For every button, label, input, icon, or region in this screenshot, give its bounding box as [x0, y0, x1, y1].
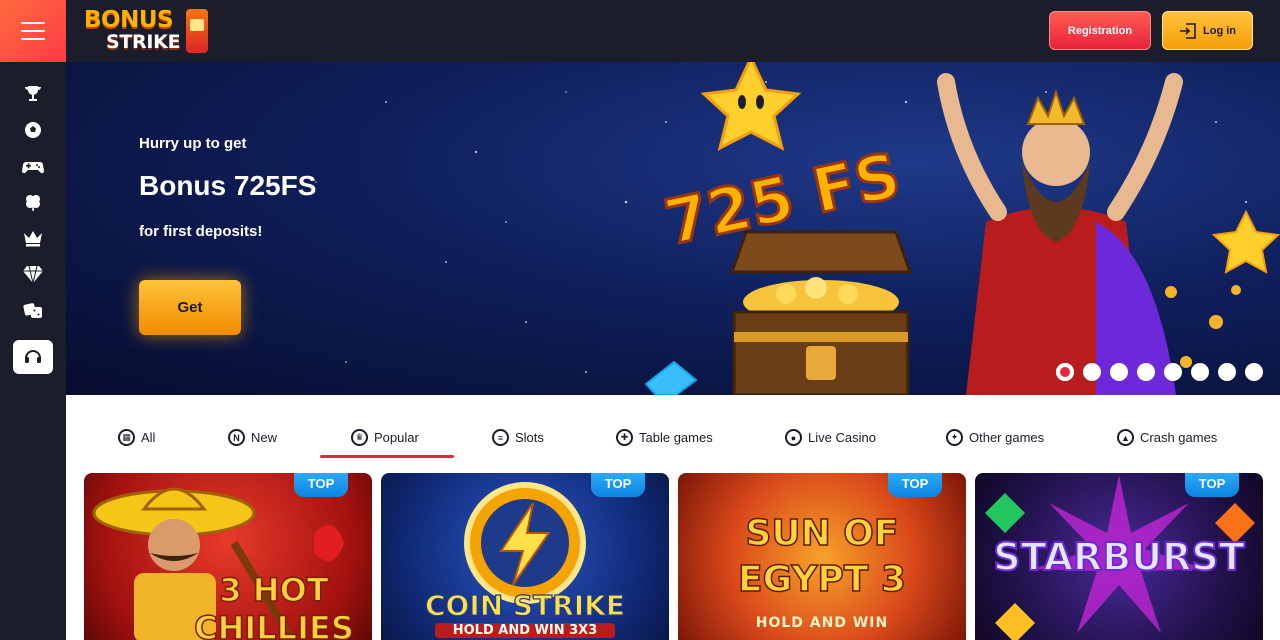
get-bonus-button[interactable]: Get — [139, 280, 241, 335]
tab-new[interactable]: N New — [228, 429, 277, 446]
app-root: BONUS STRIKE Registration Log in Hurry u… — [0, 0, 1280, 640]
category-tabs: ▦ All N New ♛ Popular ≡ Slots ✚ Table ga… — [66, 395, 1280, 465]
promo-banner: Hurry up to get Bonus 725FS for first de… — [66, 62, 1280, 395]
trophy-icon[interactable] — [13, 76, 53, 112]
headset-icon[interactable] — [13, 340, 53, 374]
banner-illustration: 725 FS — [644, 62, 1280, 395]
slot-machine-icon — [186, 9, 209, 53]
gamepad-icon[interactable] — [13, 148, 53, 184]
tab-slots[interactable]: ≡ Slots — [492, 429, 544, 446]
games-section: ▦ All N New ♛ Popular ≡ Slots ✚ Table ga… — [66, 395, 1280, 640]
tab-label: Live Casino — [808, 430, 876, 445]
game-title: STARBURST — [992, 534, 1245, 580]
king-character-icon — [937, 73, 1183, 395]
tab-label: Table games — [639, 430, 713, 445]
tab-other-games[interactable]: ✦ Other games — [946, 429, 1044, 446]
game-title: 3 HOT CHILLIES — [193, 570, 354, 640]
treasure-chest-icon — [729, 230, 913, 395]
game-title: SUN OF EGYPT 3 — [737, 512, 906, 601]
slider-dot[interactable] — [1056, 363, 1074, 381]
chip-icon: ✚ — [616, 429, 633, 446]
slider-dots — [1056, 363, 1263, 381]
top-badge: TOP — [591, 473, 645, 497]
slider-dot[interactable] — [1083, 363, 1101, 381]
game-card[interactable]: COIN STRIKE HOLD AND WIN 3X3 TOP — [381, 473, 669, 640]
logo-word-strike: STRIKE — [106, 31, 181, 53]
top-badge: TOP — [1185, 473, 1239, 497]
tab-label: Popular — [374, 430, 419, 445]
game-title: COIN STRIKE — [424, 588, 626, 622]
menu-button[interactable] — [0, 0, 66, 62]
login-button[interactable]: Log in — [1162, 11, 1253, 50]
tab-label: New — [251, 430, 278, 445]
new-icon: N — [228, 429, 245, 446]
logo[interactable]: BONUS STRIKE — [84, 6, 209, 56]
live-icon: ● — [785, 429, 802, 446]
slider-dot[interactable] — [1218, 363, 1236, 381]
game-subtitle: HOLD AND WIN 3X3 — [435, 623, 615, 638]
slots-icon: ≡ — [492, 429, 509, 446]
top-badge: TOP — [888, 473, 942, 497]
banner-subtitle: for first deposits! — [139, 223, 263, 240]
tab-table-games[interactable]: ✚ Table games — [616, 429, 713, 446]
grid-icon: ▦ — [118, 429, 135, 446]
logo-word-bonus: BONUS — [84, 7, 174, 33]
slider-dot[interactable] — [1137, 363, 1155, 381]
crystal-icon — [644, 360, 698, 395]
banner-title: Bonus 725FS — [139, 170, 317, 201]
slider-dot[interactable] — [1191, 363, 1209, 381]
clover-icon[interactable] — [13, 184, 53, 220]
crash-games-icon: ▲ — [1117, 429, 1134, 446]
sidebar-nav — [0, 76, 66, 374]
game-card[interactable]: SUN OF EGYPT 3 HOLD AND WIN TOP — [678, 473, 966, 640]
active-tab-indicator — [320, 455, 454, 458]
tab-live-casino[interactable]: ● Live Casino — [785, 429, 876, 446]
top-header: BONUS STRIKE Registration Log in — [66, 0, 1280, 62]
game-card[interactable]: 3 HOT CHILLIES TOP — [84, 473, 372, 640]
tab-crash-games[interactable]: ▲ Crash games — [1117, 429, 1217, 446]
game-subtitle: HOLD AND WIN — [755, 615, 889, 631]
diamond-icon[interactable] — [13, 256, 53, 292]
logo-text: BONUS STRIKE — [84, 7, 181, 54]
star-character-icon — [700, 62, 802, 151]
registration-button[interactable]: Registration — [1049, 11, 1151, 50]
tab-all[interactable]: ▦ All — [118, 429, 155, 446]
crown-icon[interactable] — [13, 220, 53, 256]
popular-icon: ♛ — [351, 429, 368, 446]
slider-dot[interactable] — [1110, 363, 1128, 381]
dice-icon[interactable] — [13, 292, 53, 328]
tab-label: Slots — [515, 430, 544, 445]
slider-dot[interactable] — [1164, 363, 1182, 381]
top-badge: TOP — [294, 473, 348, 497]
login-label: Log in — [1203, 24, 1236, 37]
tab-popular[interactable]: ♛ Popular — [351, 429, 419, 446]
slider-dot[interactable] — [1245, 363, 1263, 381]
sidebar — [0, 0, 66, 640]
banner-kicker: Hurry up to get — [139, 135, 247, 152]
soccer-ball-icon[interactable] — [13, 112, 53, 148]
other-games-icon: ✦ — [946, 429, 963, 446]
tab-label: Crash games — [1140, 430, 1218, 445]
tab-label: All — [141, 430, 156, 445]
tab-label: Other games — [969, 430, 1045, 445]
hamburger-icon — [21, 22, 45, 40]
game-card[interactable]: STARBURST TOP — [975, 473, 1263, 640]
login-icon — [1180, 22, 1196, 39]
